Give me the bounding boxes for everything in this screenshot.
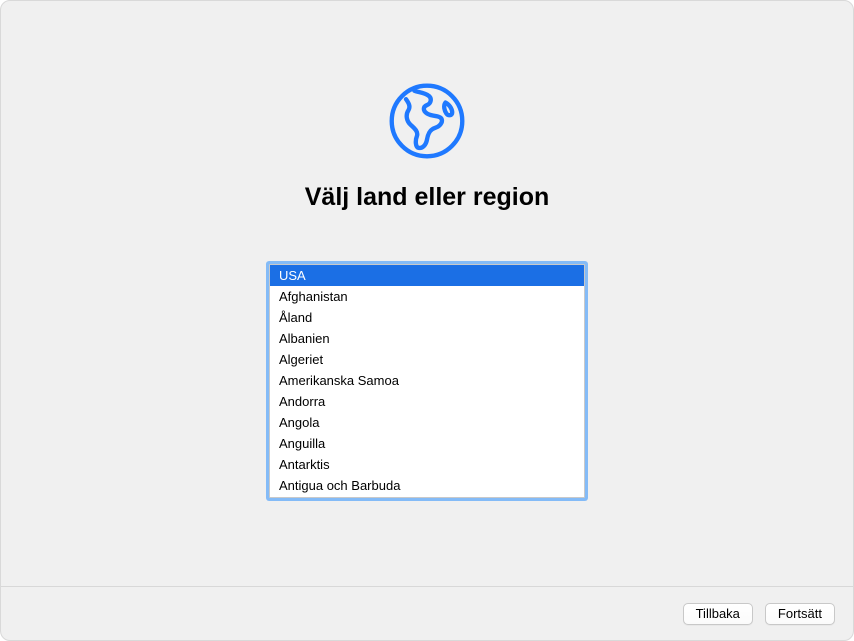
country-option[interactable]: Anguilla <box>270 433 584 454</box>
globe-icon <box>385 79 469 163</box>
back-button[interactable]: Tillbaka <box>683 603 753 625</box>
footer-bar: Tillbaka Fortsätt <box>1 586 853 640</box>
country-option[interactable]: Afghanistan <box>270 286 584 307</box>
country-option[interactable]: Antarktis <box>270 454 584 475</box>
main-content: Välj land eller region USAAfghanistanÅla… <box>1 1 853 586</box>
country-option[interactable]: Albanien <box>270 328 584 349</box>
setup-assistant-window: Välj land eller region USAAfghanistanÅla… <box>0 0 854 641</box>
country-option[interactable]: Antigua och Barbuda <box>270 475 584 496</box>
country-option[interactable]: Amerikanska Samoa <box>270 370 584 391</box>
country-option[interactable]: Angola <box>270 412 584 433</box>
country-list[interactable]: USAAfghanistanÅlandAlbanienAlgerietAmeri… <box>269 264 585 498</box>
country-option[interactable]: Andorra <box>270 391 584 412</box>
country-option[interactable]: Åland <box>270 307 584 328</box>
country-option[interactable]: USA <box>270 265 584 286</box>
country-option[interactable]: Algeriet <box>270 349 584 370</box>
page-title: Välj land eller region <box>305 183 550 212</box>
continue-button[interactable]: Fortsätt <box>765 603 835 625</box>
